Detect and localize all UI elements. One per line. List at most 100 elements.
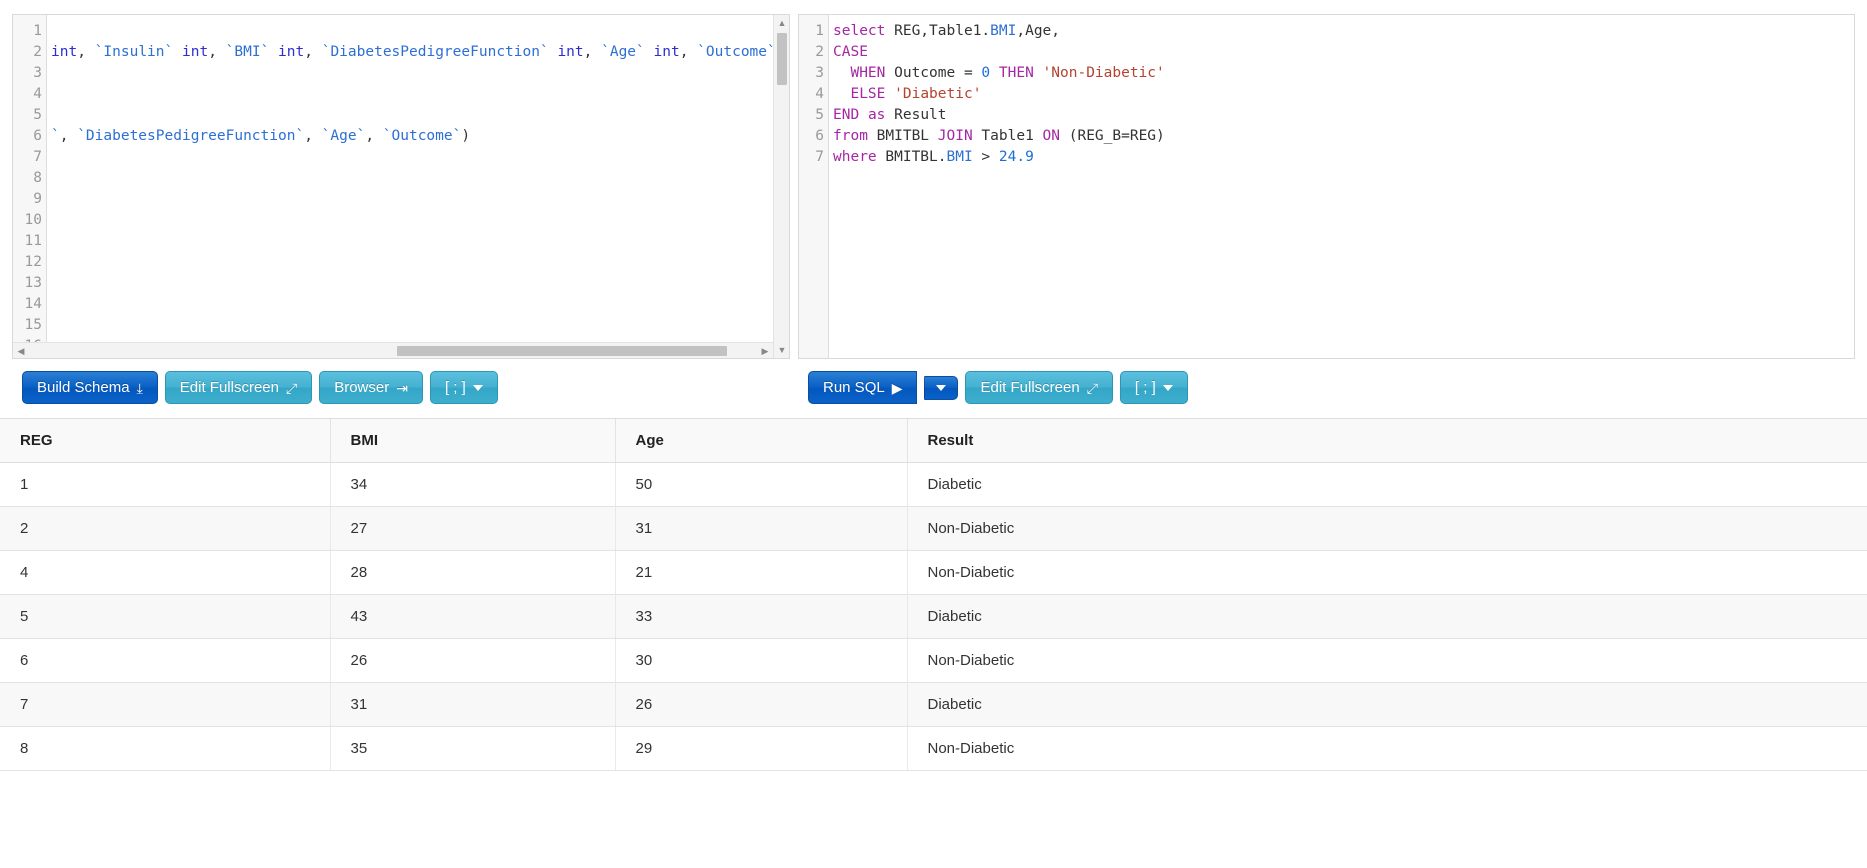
code-token: 0	[981, 65, 991, 81]
horizontal-scroll-thumb[interactable]	[397, 346, 727, 356]
table-cell-bmi: 35	[330, 726, 616, 771]
code-line[interactable]: int, `Insulin` int, `BMI` int, `Diabetes…	[51, 42, 789, 63]
code-token: `Outcome`	[382, 128, 462, 144]
query-code-text[interactable]: select REG,Table1.BMI,Age, CASE WHEN Outc…	[829, 15, 1854, 358]
table-cell-age: 29	[615, 726, 908, 771]
table-cell-reg: 5	[0, 594, 331, 639]
schema-horizontal-scrollbar[interactable]: ◀ ▶	[13, 342, 773, 358]
table-cell-bmi: 31	[330, 682, 616, 727]
line-number: 14	[24, 296, 42, 312]
schema-panel: 12345678910111213141516 int, `Insulin` i…	[0, 14, 790, 359]
table-cell-age: 31	[615, 506, 908, 551]
code-line[interactable]	[51, 189, 789, 210]
code-token: ,	[679, 44, 698, 60]
edit-fullscreen-label-left: Edit Fullscreen	[179, 379, 279, 396]
table-row: 1 34 50 Diabetic	[0, 462, 1867, 507]
browser-button[interactable]: Browser ⇥	[319, 371, 423, 404]
code-line[interactable]	[51, 273, 789, 294]
line-number: 9	[33, 191, 42, 207]
query-code-area[interactable]: 1234567 select REG,Table1.BMI,Age, CASE W…	[799, 15, 1854, 358]
code-line[interactable]: select REG,Table1.BMI,Age,	[833, 21, 1854, 42]
scroll-right-icon[interactable]: ▶	[757, 343, 773, 358]
code-line[interactable]: `, `DiabetesPedigreeFunction`, `Age`, `O…	[51, 126, 789, 147]
code-token: ,	[208, 44, 226, 60]
table-cell-age: 21	[615, 550, 908, 595]
column-header-result[interactable]: Result	[907, 419, 1867, 463]
code-line[interactable]: END as Result	[833, 105, 1854, 126]
table-cell-reg: 6	[0, 638, 331, 683]
code-token: `Age`	[601, 44, 645, 60]
code-token: `Insulin`	[94, 44, 174, 60]
editors-row: 12345678910111213141516 int, `Insulin` i…	[0, 14, 1867, 359]
schema-code-area[interactable]: 12345678910111213141516 int, `Insulin` i…	[13, 15, 789, 358]
code-line[interactable]: CASE	[833, 42, 1854, 63]
code-token: `Age`	[321, 128, 366, 144]
code-line[interactable]	[51, 294, 789, 315]
sqlfiddle-page: 12345678910111213141516 int, `Insulin` i…	[0, 0, 1867, 868]
line-number: 10	[24, 212, 42, 228]
top-spacer	[0, 0, 1867, 14]
table-cell-result: Diabetic	[907, 594, 1867, 639]
code-token: int	[278, 44, 305, 60]
code-token: END	[833, 107, 860, 123]
scroll-left-icon[interactable]: ◀	[13, 343, 29, 358]
column-header-reg[interactable]: REG	[0, 419, 331, 463]
statement-separator-menu-left[interactable]: [ ; ]	[429, 371, 498, 404]
schema-code-text[interactable]: int, `Insulin` int, `BMI` int, `Diabetes…	[47, 15, 789, 358]
query-editor-box[interactable]: 1234567 select REG,Table1.BMI,Age, CASE W…	[798, 14, 1855, 359]
vertical-scroll-thumb[interactable]	[777, 33, 787, 85]
code-line[interactable]: from BMITBL JOIN Table1 ON (REG_B=REG)	[833, 126, 1854, 147]
line-number: 4	[815, 86, 824, 102]
code-token: int	[51, 44, 78, 60]
edit-fullscreen-button-left[interactable]: Edit Fullscreen ⤢	[164, 371, 313, 404]
column-header-age[interactable]: Age	[615, 419, 908, 463]
code-line[interactable]	[51, 21, 789, 42]
code-line[interactable]	[51, 105, 789, 126]
code-line[interactable]	[51, 210, 789, 231]
table-cell-reg: 2	[0, 506, 331, 551]
run-sql-dropdown-toggle[interactable]	[924, 375, 959, 400]
edit-fullscreen-button-right[interactable]: Edit Fullscreen ⤢	[965, 371, 1113, 404]
schema-vertical-scrollbar[interactable]: ▲ ▼	[773, 15, 789, 358]
table-cell-bmi: 27	[330, 506, 616, 551]
table-cell-reg: 1	[0, 462, 331, 507]
code-line[interactable]	[51, 252, 789, 273]
statement-separator-menu-right[interactable]: [ ; ]	[1119, 371, 1188, 404]
code-token: ,	[304, 128, 322, 144]
table-cell-bmi: 34	[330, 462, 616, 507]
code-token: ,	[77, 44, 95, 60]
code-line[interactable]	[51, 84, 789, 105]
code-line[interactable]	[51, 63, 789, 84]
indent-icon: ⇥	[396, 379, 408, 396]
scroll-up-icon[interactable]: ▲	[774, 15, 789, 31]
results-header-row: REG BMI Age Result	[0, 419, 1867, 463]
code-line[interactable]: where BMITBL.BMI > 24.9	[833, 147, 1854, 168]
run-sql-button[interactable]: Run SQL ▶	[808, 371, 918, 404]
schema-editor-box[interactable]: 12345678910111213141516 int, `Insulin` i…	[12, 14, 790, 359]
code-token: REG,Table1.	[885, 23, 991, 39]
code-token: WHEN	[850, 65, 886, 81]
table-cell-result: Non-Diabetic	[907, 550, 1867, 595]
code-token: ,	[304, 44, 322, 60]
code-line[interactable]	[51, 147, 789, 168]
table-row: 5 43 33 Diabetic	[0, 594, 1867, 639]
build-schema-button[interactable]: Build Schema ⤓	[22, 371, 158, 404]
code-token: THEN	[998, 65, 1034, 81]
code-token: 'Diabetic'	[894, 86, 982, 102]
column-header-bmi[interactable]: BMI	[330, 419, 616, 463]
code-token: Table1	[972, 128, 1043, 144]
scroll-down-icon[interactable]: ▼	[774, 342, 789, 358]
code-line[interactable]	[51, 231, 789, 252]
code-line[interactable]	[51, 315, 789, 336]
code-token: ,	[583, 44, 602, 60]
code-line[interactable]: ELSE 'Diabetic'	[833, 84, 1854, 105]
code-line[interactable]	[51, 168, 789, 189]
table-cell-result: Diabetic	[907, 462, 1867, 507]
table-row: 2 27 31 Non-Diabetic	[0, 506, 1867, 551]
code-line[interactable]: WHEN Outcome = 0 THEN 'Non-Diabetic'	[833, 63, 1854, 84]
